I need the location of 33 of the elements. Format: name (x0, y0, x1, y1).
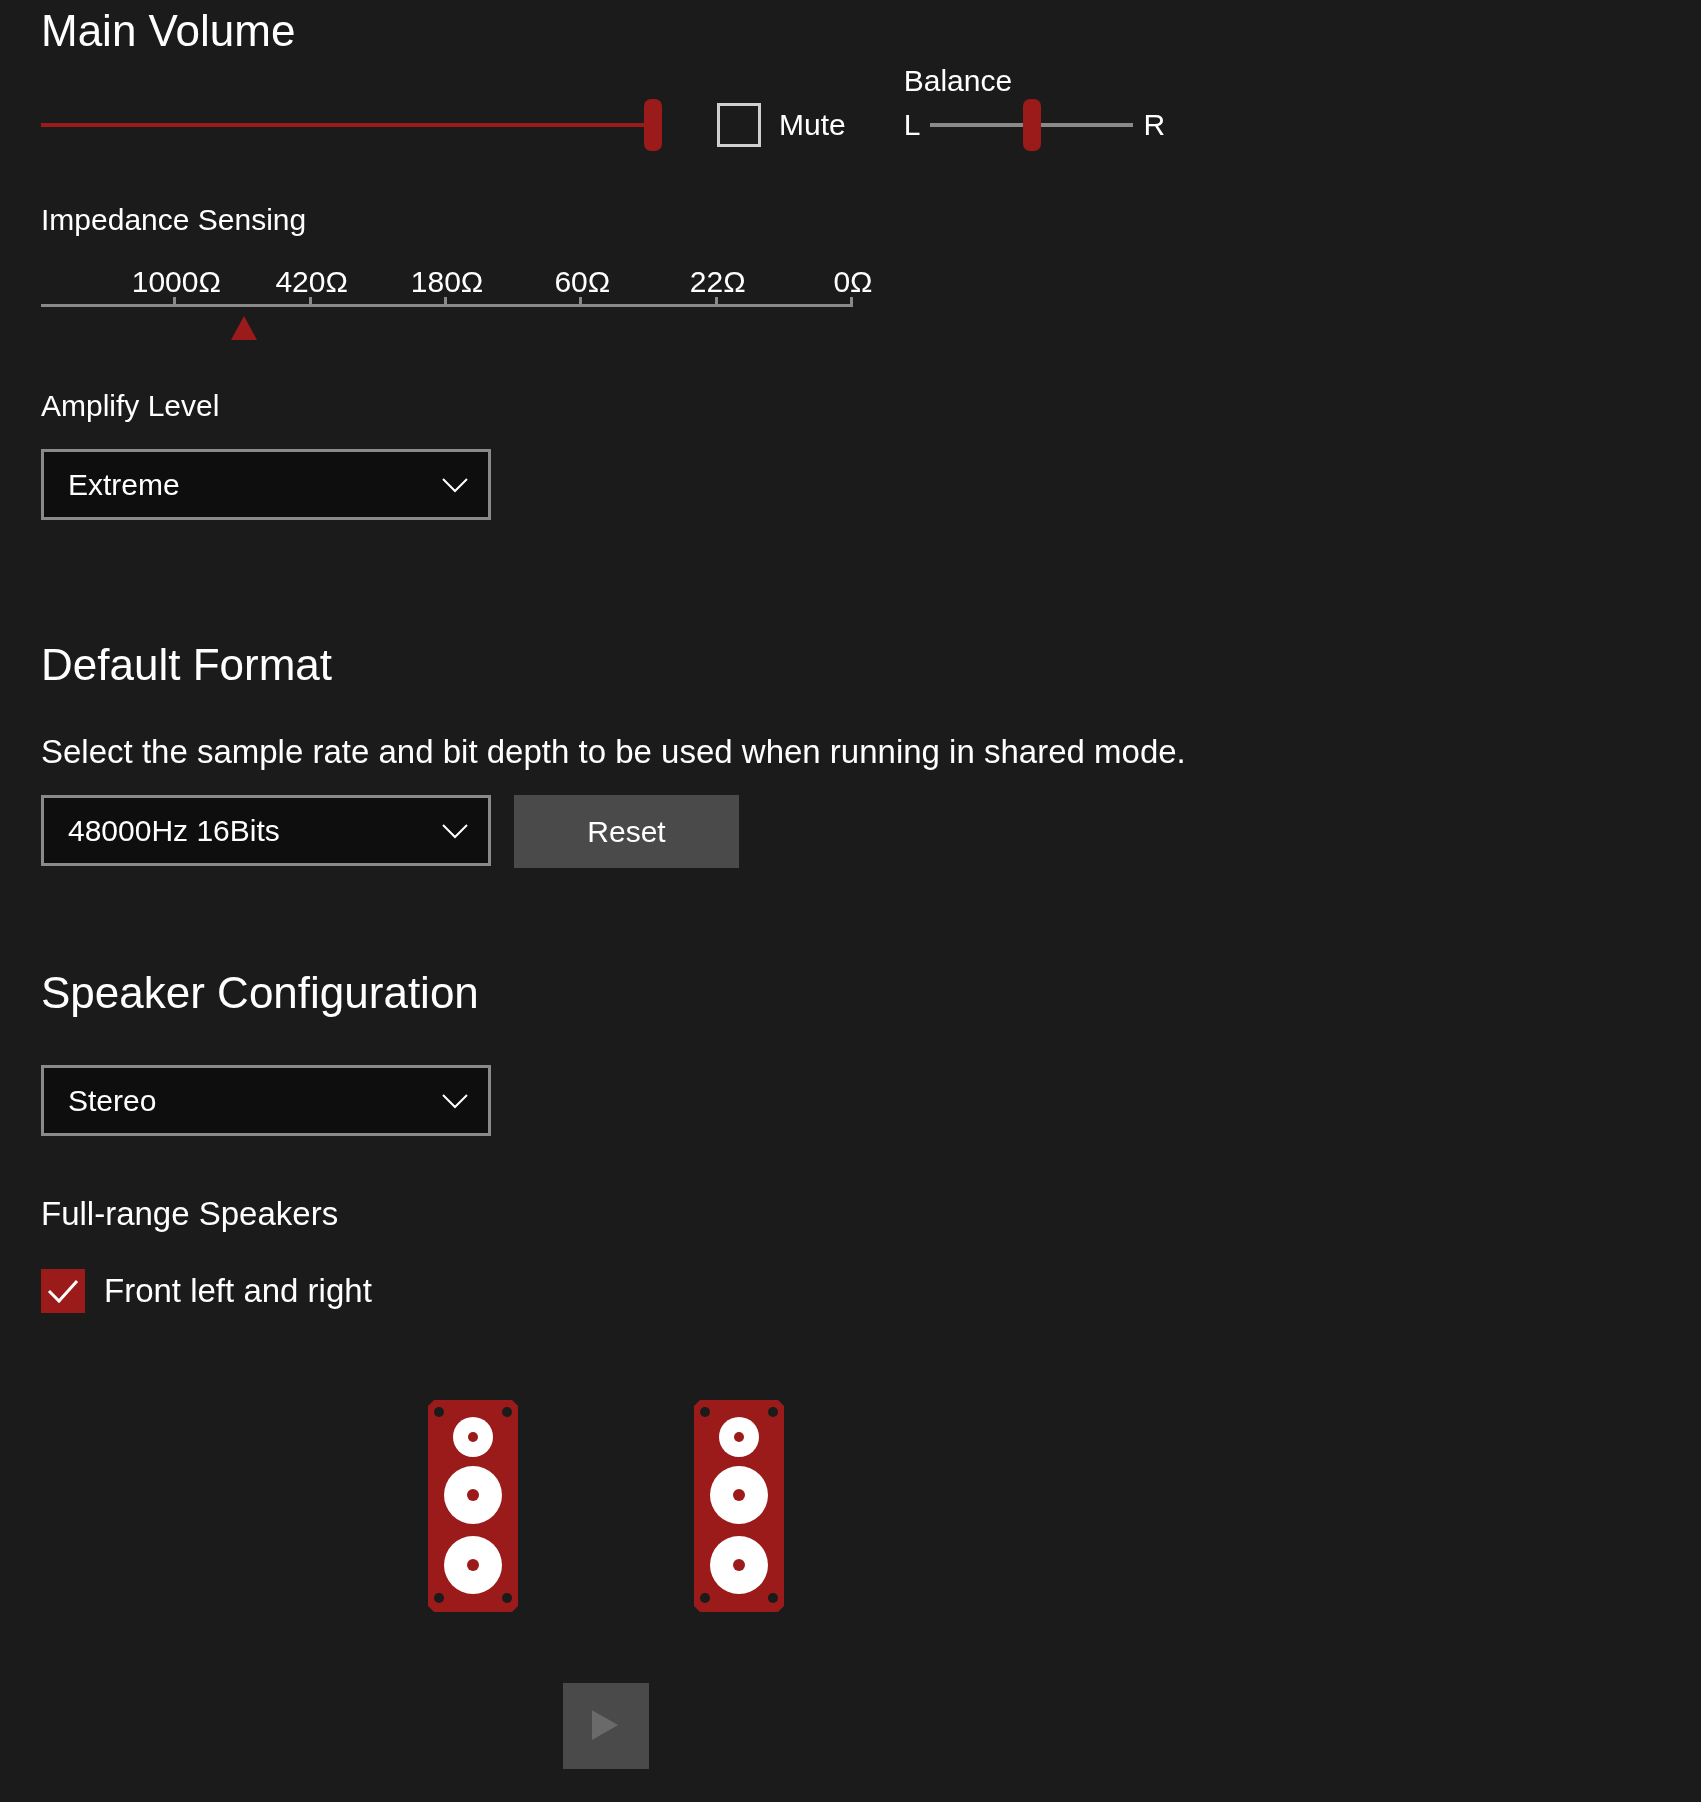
impedance-label: Impedance Sensing (41, 202, 307, 238)
speaker-icon[interactable] (428, 1400, 518, 1612)
scale-label: 60Ω (554, 264, 611, 300)
mute-checkbox[interactable] (717, 103, 761, 147)
scale-label: 420Ω (275, 264, 348, 300)
scale-label: 0Ω (833, 264, 873, 300)
amplify-dropdown[interactable]: Extreme (41, 449, 491, 520)
format-dropdown[interactable]: 48000Hz 16Bits (41, 795, 491, 866)
slider-thumb[interactable] (1022, 99, 1041, 151)
chevron-down-icon (442, 476, 468, 493)
mute-label: Mute (779, 107, 846, 143)
amplify-label: Amplify Level (41, 388, 220, 424)
scale-label: 1000Ω (131, 264, 221, 300)
balance-label: Balance (903, 63, 1013, 99)
scale-label: 180Ω (410, 264, 484, 300)
speaker-icon[interactable] (694, 1400, 784, 1612)
format-description: Select the sample rate and bit depth to be used when running in shared mode. (41, 734, 1186, 770)
left-label: L (903, 107, 921, 143)
reset-button[interactable]: Reset (514, 795, 739, 868)
section-title: Speaker Configuration (41, 968, 479, 1018)
speaker-config-dropdown[interactable]: Stereo (41, 1065, 491, 1136)
volume-slider[interactable] (41, 99, 662, 151)
front-checkbox[interactable] (41, 1269, 85, 1313)
section-title: Main Volume (41, 6, 296, 56)
scale-label: 22Ω (689, 264, 746, 300)
full-range-label: Full-range Speakers (41, 1196, 339, 1232)
slider-thumb[interactable] (644, 99, 662, 151)
section-title: Default Format (41, 640, 332, 690)
chevron-down-icon (442, 1092, 468, 1109)
front-label: Front left and right (104, 1273, 372, 1309)
play-icon (592, 1710, 620, 1742)
right-label: R (1143, 107, 1166, 143)
chevron-down-icon (442, 822, 468, 839)
